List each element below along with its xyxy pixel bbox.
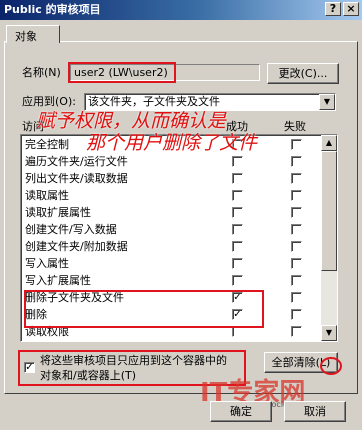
title-bar[interactable]: Public 的审核项目 ? ×: [0, 0, 362, 20]
list-scrollbar[interactable]: ▲ ▼: [321, 135, 337, 341]
change-button[interactable]: 更改(C)...: [267, 63, 339, 84]
success-checkbox[interactable]: [232, 275, 243, 286]
permission-row[interactable]: 创建文件/写入数据: [21, 222, 321, 238]
permission-row[interactable]: 写入扩展属性: [21, 273, 321, 289]
success-checkbox[interactable]: [232, 173, 243, 184]
tab-object-label: 对象: [15, 30, 37, 43]
apply-only-checkbox[interactable]: ✓: [24, 362, 35, 373]
permission-label: 创建文件/写入数据: [25, 223, 117, 236]
permission-label: 读取扩展属性: [25, 206, 91, 219]
annotation-text: 赋予权限，从而确认是 那个用户删除了文件: [36, 110, 306, 154]
apply-to-select[interactable]: 该文件夹，子文件夹及文件 ▼: [84, 93, 336, 111]
permission-row[interactable]: 列出文件夹/读取数据: [21, 171, 321, 187]
success-checkbox[interactable]: [232, 258, 243, 269]
annotation-line-2: 那个用户删除了文件: [86, 132, 258, 154]
permission-label: 写入扩展属性: [25, 274, 91, 287]
success-checkbox[interactable]: [232, 207, 243, 218]
delete-rows-highlight-box: [24, 290, 264, 328]
ok-button[interactable]: 确定: [210, 401, 272, 422]
fail-checkbox[interactable]: [291, 241, 302, 252]
scroll-thumb[interactable]: [321, 151, 337, 271]
apply-only-label: 将这些审核项目只应用到这个容器中的 对象和/或容器上(T): [40, 354, 227, 382]
permission-row[interactable]: 读取扩展属性: [21, 205, 321, 221]
fail-checkbox[interactable]: [291, 258, 302, 269]
scroll-up-icon[interactable]: ▲: [321, 135, 337, 151]
success-checkbox[interactable]: [232, 241, 243, 252]
fail-checkbox[interactable]: [291, 326, 302, 337]
fail-checkbox[interactable]: [291, 275, 302, 286]
permission-row[interactable]: 创建文件夹/附加数据: [21, 239, 321, 255]
annotation-line-1: 赋予权限，从而确认是: [36, 110, 227, 132]
permission-row[interactable]: 读取属性: [21, 188, 321, 204]
close-button[interactable]: ×: [343, 2, 359, 16]
tab-object[interactable]: 对象: [6, 25, 60, 43]
chevron-down-icon[interactable]: ▼: [319, 94, 335, 110]
permission-label: 创建文件夹/附加数据: [25, 240, 128, 253]
fail-checkbox[interactable]: [291, 224, 302, 235]
name-highlight-box: [68, 62, 176, 83]
permission-row[interactable]: 写入属性: [21, 256, 321, 272]
apply-to-label: 应用到(O):: [22, 95, 76, 108]
success-checkbox[interactable]: [232, 156, 243, 167]
help-button[interactable]: ?: [325, 2, 341, 16]
cancel-button[interactable]: 取消: [284, 401, 346, 422]
permission-label: 写入属性: [25, 257, 69, 270]
name-label: 名称(N): [22, 66, 61, 79]
permission-label: 列出文件夹/读取数据: [25, 172, 128, 185]
permission-label: 读取属性: [25, 189, 69, 202]
window-title: Public 的审核项目: [4, 3, 101, 16]
fail-checkbox[interactable]: [291, 173, 302, 184]
permission-row[interactable]: 遍历文件夹/运行文件: [21, 154, 321, 170]
permission-label: 遍历文件夹/运行文件: [25, 155, 128, 168]
fail-checkbox[interactable]: [291, 190, 302, 201]
fail-checkbox[interactable]: [291, 207, 302, 218]
fail-checkbox[interactable]: [291, 292, 302, 303]
scroll-down-icon[interactable]: ▼: [321, 325, 337, 341]
fail-checkbox[interactable]: [291, 156, 302, 167]
success-checkbox[interactable]: [232, 224, 243, 235]
fail-checkbox[interactable]: [291, 309, 302, 320]
apply-to-value: 该文件夹，子文件夹及文件: [88, 95, 220, 108]
success-checkbox[interactable]: [232, 190, 243, 201]
